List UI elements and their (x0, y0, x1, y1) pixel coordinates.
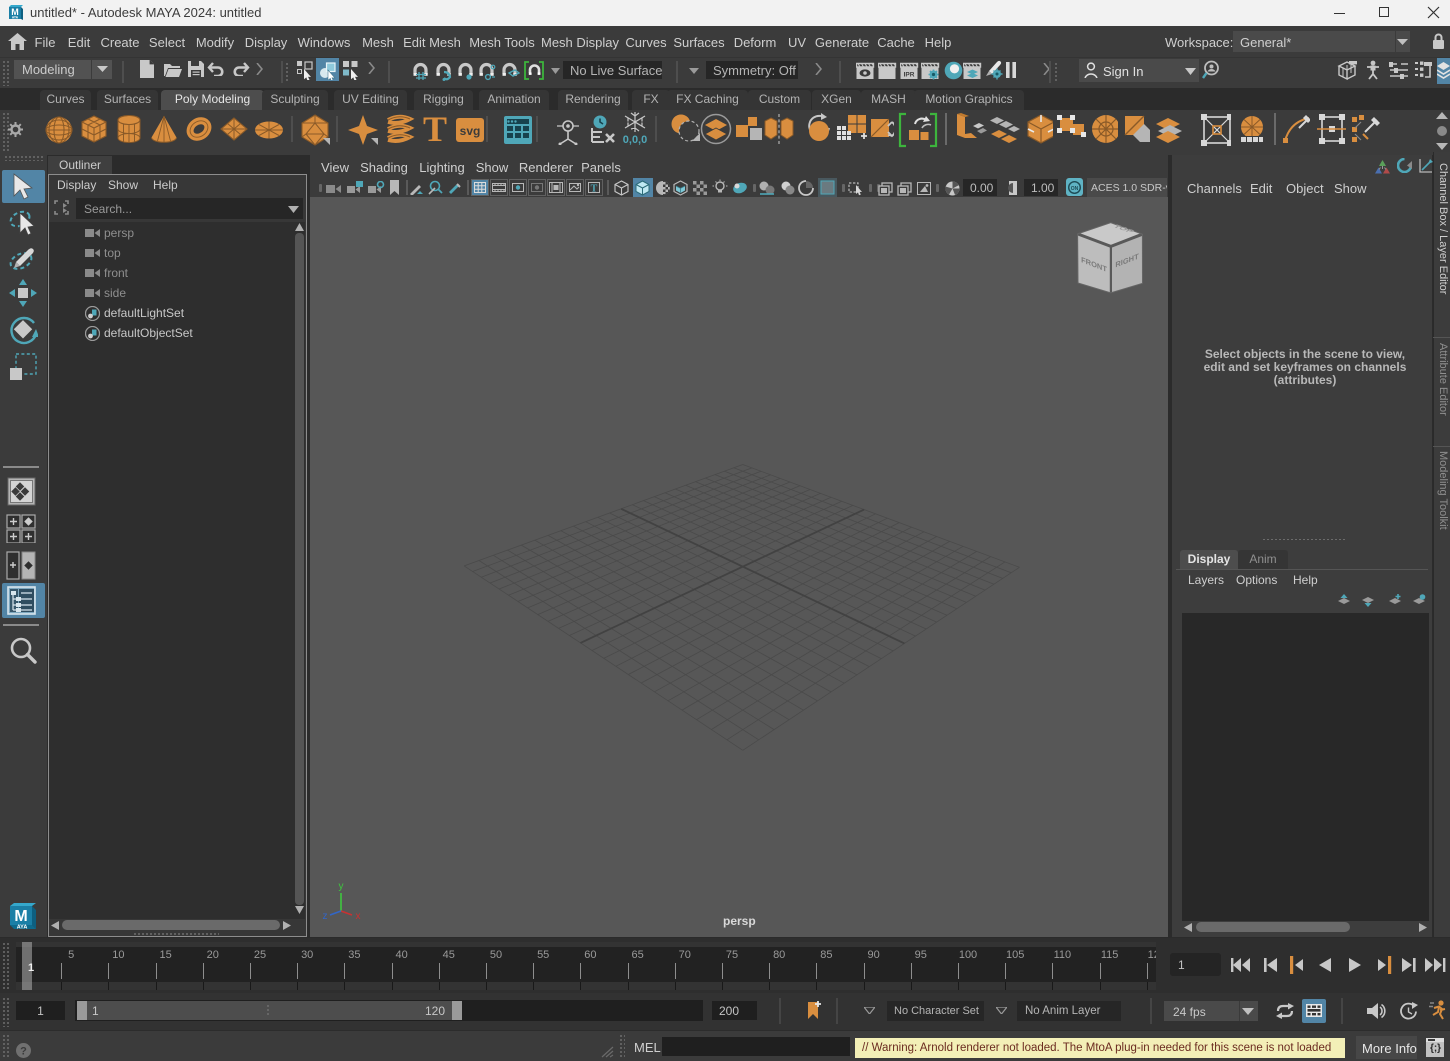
svg-text:AYA: AYA (12, 16, 19, 20)
svg-text:z: z (323, 911, 328, 922)
svg-text:ON: ON (1071, 186, 1079, 192)
svg-text:AYA: AYA (17, 925, 28, 931)
svg-text:M: M (14, 908, 27, 925)
svg-text:?: ? (20, 1046, 27, 1058)
svg-text:IPR: IPR (904, 72, 915, 79)
svg-text:y: y (339, 881, 344, 892)
svg-text:x: x (356, 911, 361, 922)
svg-text:0,0,0: 0,0,0 (623, 134, 647, 146)
svg-text:svg: svg (460, 124, 481, 138)
